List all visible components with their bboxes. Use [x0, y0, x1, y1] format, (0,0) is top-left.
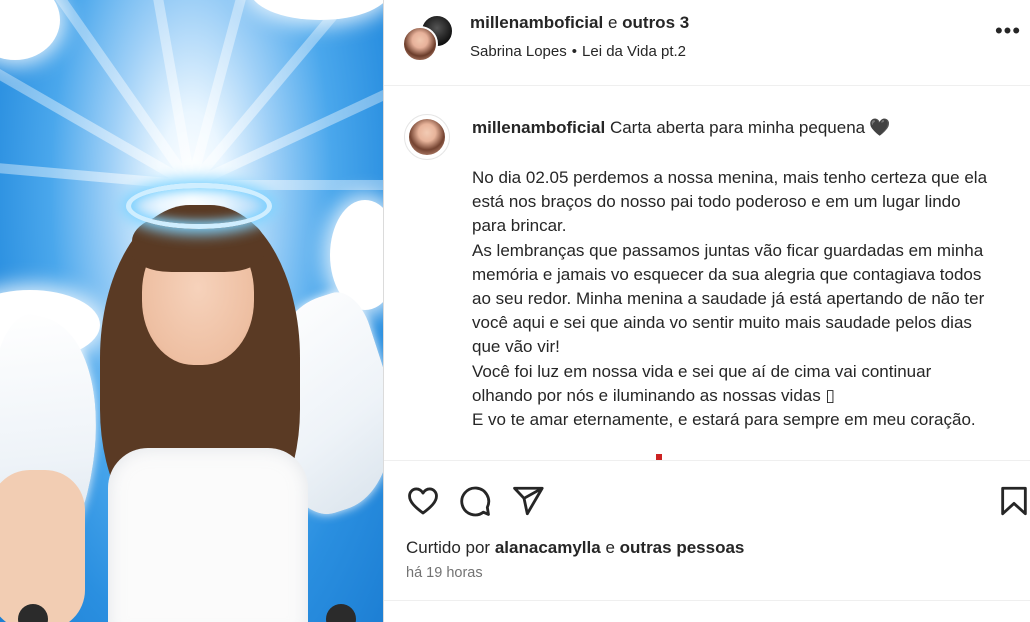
post-timestamp[interactable]: há 19 horas: [406, 565, 483, 581]
more-options-icon[interactable]: •••: [993, 20, 1023, 46]
avatar[interactable]: [402, 26, 438, 62]
black-heart-icon: 🖤: [869, 118, 891, 137]
bookmark-icon[interactable]: [997, 484, 1030, 518]
audio-artist-link[interactable]: Sabrina Lopes: [470, 43, 567, 60]
avatar[interactable]: [404, 114, 450, 160]
action-bar: [384, 460, 1030, 539]
others-link[interactable]: outros 3: [622, 13, 689, 32]
next-image-icon[interactable]: [326, 604, 356, 622]
likes-joiner: e: [605, 538, 615, 557]
cloud: [250, 0, 383, 20]
arm: [0, 470, 85, 622]
caption-body: No dia 02.05 perdemos a nossa menina, ma…: [472, 168, 988, 430]
audio-title-link[interactable]: Lei da Vida pt.2: [582, 43, 686, 60]
joiner-text: e: [607, 13, 618, 32]
heart-icon[interactable]: [406, 484, 440, 518]
caption-title: Carta aberta para minha pequena: [609, 118, 866, 137]
comment-icon[interactable]: [458, 484, 492, 518]
likes-line: Curtido por alanacamylla e outras pessoa…: [406, 538, 744, 558]
post-side-panel: millenamboficial e outros 3 Sabrina Lope…: [383, 0, 1030, 622]
other-likers-link[interactable]: outras pessoas: [620, 538, 745, 557]
separator-dot: •: [571, 43, 578, 60]
white-dress: [108, 448, 308, 622]
caption-title-line: millenamboficial Carta aberta para minha…: [472, 118, 890, 138]
divider: [384, 600, 1030, 601]
caption-area: millenamboficial Carta aberta para minha…: [384, 86, 1030, 460]
send-icon[interactable]: [511, 484, 545, 518]
caption-username-link[interactable]: millenamboficial: [472, 118, 605, 137]
audio-info: Sabrina Lopes • Lei da Vida pt.2: [470, 43, 686, 60]
cloud: [0, 0, 60, 60]
avatar-photo: [409, 119, 445, 155]
likes-prefix: Curtido por: [406, 538, 491, 557]
halo: [126, 183, 272, 229]
post-image[interactable]: [0, 0, 383, 622]
avatar-stack[interactable]: [402, 14, 454, 64]
header-usernames: millenamboficial e outros 3: [470, 13, 689, 33]
liker-username-link[interactable]: alanacamylla: [495, 538, 601, 557]
username-link[interactable]: millenamboficial: [470, 13, 603, 32]
post-header: millenamboficial e outros 3 Sabrina Lope…: [384, 0, 1030, 86]
